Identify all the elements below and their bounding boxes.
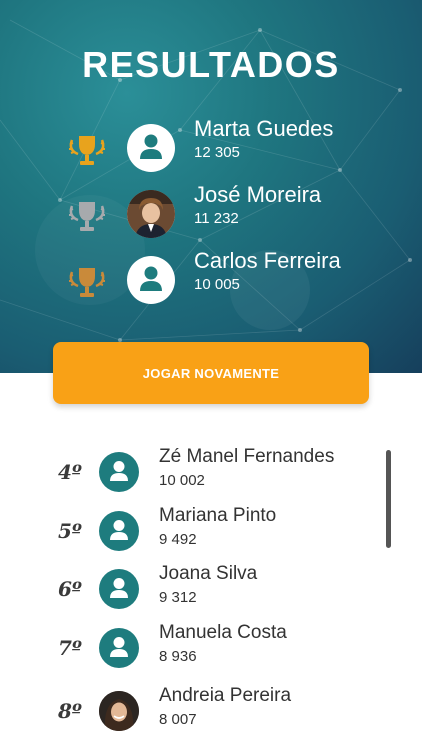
user-icon: [140, 266, 162, 291]
results-header: RESULTADOS Marta Guedes 12 305 José More…: [0, 0, 422, 373]
avatar: [99, 569, 139, 609]
player-score: 8 007: [159, 711, 197, 728]
rank-position: 4º: [58, 460, 82, 484]
page-title: RESULTADOS: [82, 44, 340, 85]
bronze-trophy-icon: [69, 268, 105, 297]
profile-photo: [127, 190, 175, 238]
player-score: 9 492: [159, 531, 197, 548]
user-icon: [110, 637, 128, 657]
player-score: 8 936: [159, 648, 197, 665]
avatar: [99, 452, 139, 492]
player-score: 10 005: [194, 276, 240, 293]
player-name: Andreia Pereira: [159, 685, 292, 706]
player-name: Marta Guedes: [194, 116, 334, 141]
player-name: Zé Manel Fernandes: [159, 446, 335, 467]
player-name: Joana Silva: [159, 563, 258, 584]
player-name: José Moreira: [194, 182, 322, 207]
player-score: 12 305: [194, 144, 240, 161]
avatar: [127, 124, 175, 172]
rank-position: 7º: [58, 636, 82, 660]
rank-position: 6º: [58, 577, 82, 601]
podium-row-2[interactable]: José Moreira 11 232: [0, 182, 422, 244]
profile-photo: [99, 691, 139, 731]
podium-row-3[interactable]: Carlos Ferreira 10 005: [0, 248, 422, 310]
list-item[interactable]: 5º Mariana Pinto 9 492: [0, 505, 422, 557]
player-score: 9 312: [159, 589, 197, 606]
gold-trophy-icon: [69, 136, 105, 165]
avatar-photo: [99, 691, 139, 731]
list-item[interactable]: 6º Joana Silva 9 312: [0, 563, 422, 615]
list-item[interactable]: 4º Zé Manel Fernandes 10 002: [0, 446, 422, 498]
player-name: Mariana Pinto: [159, 505, 277, 526]
silver-trophy-icon: [69, 202, 105, 231]
podium-row-1[interactable]: Marta Guedes 12 305: [0, 116, 422, 178]
list-item[interactable]: 7º Manuela Costa 8 936: [0, 622, 422, 674]
player-score: 11 232: [194, 210, 239, 227]
user-icon: [110, 461, 128, 481]
user-icon: [110, 520, 128, 540]
player-name: Manuela Costa: [159, 622, 287, 643]
player-score: 10 002: [159, 472, 205, 489]
scrollbar[interactable]: [386, 450, 391, 548]
play-again-button[interactable]: JOGAR NOVAMENTE: [53, 342, 369, 404]
avatar: [99, 511, 139, 551]
avatar: [99, 628, 139, 668]
user-icon: [110, 578, 128, 598]
avatar-photo: [127, 190, 175, 238]
avatar: [127, 256, 175, 304]
rank-position: 5º: [58, 519, 82, 543]
list-item[interactable]: 8º Andreia Pereira 8 007: [0, 685, 422, 737]
player-name: Carlos Ferreira: [194, 248, 341, 273]
user-icon: [140, 134, 162, 159]
rank-position: 8º: [58, 699, 82, 723]
